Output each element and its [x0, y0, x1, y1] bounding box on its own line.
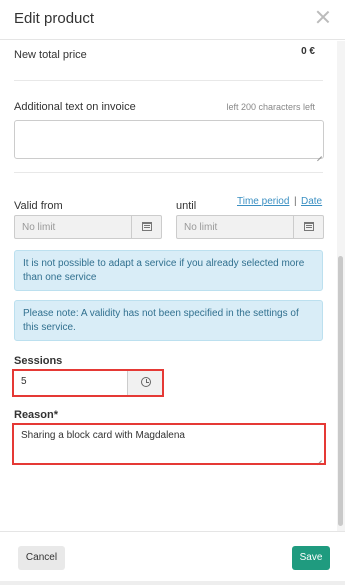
resize-grip-icon[interactable]: [316, 455, 322, 461]
clock-icon: [141, 377, 151, 387]
service-adapt-alert: It is not possible to adapt a service if…: [14, 250, 323, 291]
modal-scrollbar[interactable]: [337, 41, 345, 531]
calendar-icon: [142, 222, 152, 231]
valid-from-placeholder: No limit: [22, 222, 56, 233]
reason-label: Reason*: [14, 409, 59, 421]
modal-title: Edit product: [14, 10, 95, 27]
date-link[interactable]: Date: [301, 196, 322, 207]
invoice-text-field[interactable]: [14, 120, 324, 159]
sessions-label: Sessions: [14, 355, 63, 367]
valid-until-calendar-button[interactable]: [293, 216, 323, 238]
clipped-text-fragment: [14, 41, 44, 43]
close-icon[interactable]: [315, 9, 331, 25]
bottom-edge: [0, 581, 345, 585]
valid-from-label: Valid from: [14, 200, 63, 212]
edit-product-modal: Edit product New total price 0 € Additio…: [0, 0, 345, 585]
valid-from-calendar-button[interactable]: [131, 216, 161, 238]
sessions-input-group: 5: [14, 370, 163, 395]
reason-field[interactable]: Sharing a block card with Magdalena: [14, 425, 324, 463]
cancel-button[interactable]: Cancel: [18, 546, 65, 570]
valid-from-input[interactable]: No limit: [14, 215, 162, 239]
valid-until-label: until: [176, 200, 197, 212]
divider: [14, 172, 323, 173]
validity-note-alert: Please note: A validity has not been spe…: [14, 300, 323, 341]
sessions-input[interactable]: 5: [14, 370, 127, 395]
invoice-chars-left: left 200 characters left: [226, 102, 315, 112]
calendar-icon: [304, 222, 314, 231]
save-button[interactable]: Save: [292, 546, 330, 570]
valid-until-placeholder: No limit: [184, 222, 218, 233]
invoice-text-label: Additional text on invoice: [14, 101, 136, 113]
link-separator: |: [294, 196, 297, 207]
modal-footer: Cancel Save: [0, 531, 345, 585]
divider: [14, 80, 323, 81]
new-total-price-value: 0 €: [301, 46, 315, 57]
modal-header: Edit product: [0, 0, 345, 40]
scrollbar-thumb[interactable]: [338, 256, 343, 526]
valid-until-input[interactable]: No limit: [176, 215, 324, 239]
time-period-link[interactable]: Time period: [237, 196, 289, 207]
resize-grip-icon[interactable]: [316, 151, 322, 157]
new-total-price-label: New total price: [14, 49, 87, 61]
sessions-time-button[interactable]: [127, 370, 163, 395]
